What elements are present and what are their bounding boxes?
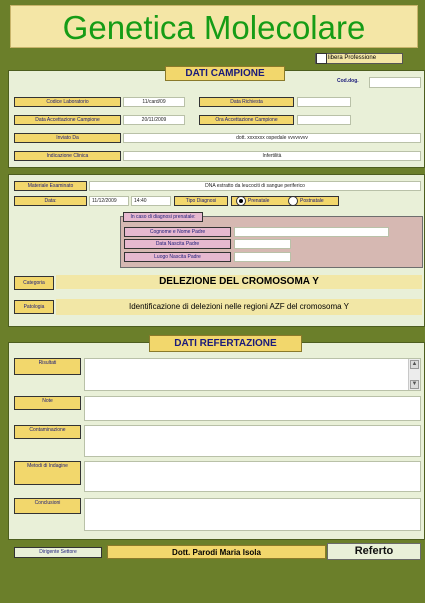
ora-field[interactable]: 14:40 <box>131 196 171 206</box>
dati-refertazione-panel: DATI REFERTAZIONE Risultati ▲ ▼ Note Con… <box>8 335 425 540</box>
luogo-nascita-padre-field[interactable] <box>234 252 291 262</box>
codice-laboratorio-field[interactable]: 11/card/09 <box>123 97 185 107</box>
dati-campione-panel: DATI CAMPIONE Cod.dog. Codice Laboratori… <box>8 66 425 168</box>
metodi-label: Metodi di Indagine <box>14 461 81 485</box>
dirigente-label: Dirigente Settore <box>14 547 102 558</box>
data-nascita-padre-label: Data Nascita Padre <box>124 239 231 249</box>
scroll-up-icon[interactable]: ▲ <box>410 360 419 369</box>
inviato-da-label: Inviato Da <box>14 133 121 143</box>
prenatale-header: In caso di diagnosi prenatale: <box>123 212 203 222</box>
risultati-scrollbar[interactable]: ▲ ▼ <box>408 359 420 390</box>
data-accettazione-label: Data Accettazione Campione <box>14 115 121 125</box>
title-banner: Genetica Molecolare <box>10 5 418 48</box>
libera-professione-checkbox[interactable]: libera Professione <box>315 53 403 64</box>
data-field[interactable]: 11/12/2009 <box>89 196 129 206</box>
checkbox-box[interactable] <box>316 53 327 64</box>
ora-accettazione-field[interactable] <box>297 115 351 125</box>
scroll-down-icon[interactable]: ▼ <box>410 380 419 389</box>
data-nascita-padre-field[interactable] <box>234 239 291 249</box>
dati-campione-title: DATI CAMPIONE <box>165 66 285 81</box>
data-richiesta-field[interactable] <box>297 97 351 107</box>
patologia-field[interactable]: Identificazione di delezioni nelle regio… <box>56 299 422 315</box>
contaminazione-field[interactable] <box>84 425 421 457</box>
tipo-diagnosi-label: Tipo Diagnosi <box>174 196 228 206</box>
materiale-panel: Materiale Esaminato DNA estratto da leuc… <box>8 174 425 327</box>
codice-laboratorio-label: Codice Laboratorio <box>14 97 121 107</box>
conclusioni-label: Conclusioni <box>14 498 81 514</box>
data-accettazione-field[interactable]: 20/11/2009 <box>123 115 185 125</box>
cognome-padre-label: Cognome e Nome Padre <box>124 227 231 237</box>
cod-dog-field[interactable] <box>369 77 421 88</box>
radio-postnatale-label: Postnatale <box>300 198 324 204</box>
prenatale-box: In caso di diagnosi prenatale: Cognome e… <box>120 212 423 268</box>
tipo-diagnosi-options: Prenatale Postnatale <box>231 196 339 206</box>
dirigente-field[interactable]: Dott. Parodi Maria Isola <box>107 545 326 559</box>
cognome-padre-field[interactable] <box>234 227 389 237</box>
page-title: Genetica Molecolare <box>62 9 366 46</box>
note-field[interactable] <box>84 396 421 421</box>
libera-professione-label: libera Professione <box>328 55 377 61</box>
note-label: Note <box>14 396 81 410</box>
materiale-field[interactable]: DNA estratto da leucociti di sangue peri… <box>89 181 421 191</box>
data-label: Data: <box>14 196 87 206</box>
contaminazione-label: Contaminazione <box>14 425 81 439</box>
header-bar: Genetica Molecolare <box>0 0 425 52</box>
conclusioni-field[interactable] <box>84 498 421 531</box>
dati-refertazione-title: DATI REFERTAZIONE <box>149 335 302 352</box>
materiale-label: Materiale Esaminato <box>14 181 87 191</box>
referto-button[interactable]: Referto <box>327 543 421 560</box>
indicazione-clinica-field[interactable]: Infertilità <box>123 151 421 161</box>
inviato-da-field[interactable]: dott. xxxxxxx ospedale vvvvvvvv <box>123 133 421 143</box>
risultati-field[interactable]: ▲ ▼ <box>84 358 421 391</box>
patologia-label: Patologia <box>14 300 54 314</box>
cod-dog-label: Cod.dog. <box>337 78 359 84</box>
radio-postnatale[interactable] <box>288 197 298 205</box>
radio-prenatale-label: Prenatale <box>248 198 270 204</box>
indicazione-clinica-label: Indicazione Clinica <box>14 151 121 161</box>
luogo-nascita-padre-label: Luogo Nascita Padre <box>124 252 231 262</box>
risultati-label: Risultati <box>14 358 81 375</box>
radio-prenatale[interactable] <box>236 197 246 205</box>
ora-accettazione-label: Ora Accettazione Campione <box>199 115 294 125</box>
categoria-label: Categoria <box>14 276 54 290</box>
metodi-field[interactable] <box>84 461 421 492</box>
categoria-field[interactable]: DELEZIONE DEL CROMOSOMA Y <box>56 275 422 289</box>
data-richiesta-label: Data Richiesta <box>199 97 294 107</box>
